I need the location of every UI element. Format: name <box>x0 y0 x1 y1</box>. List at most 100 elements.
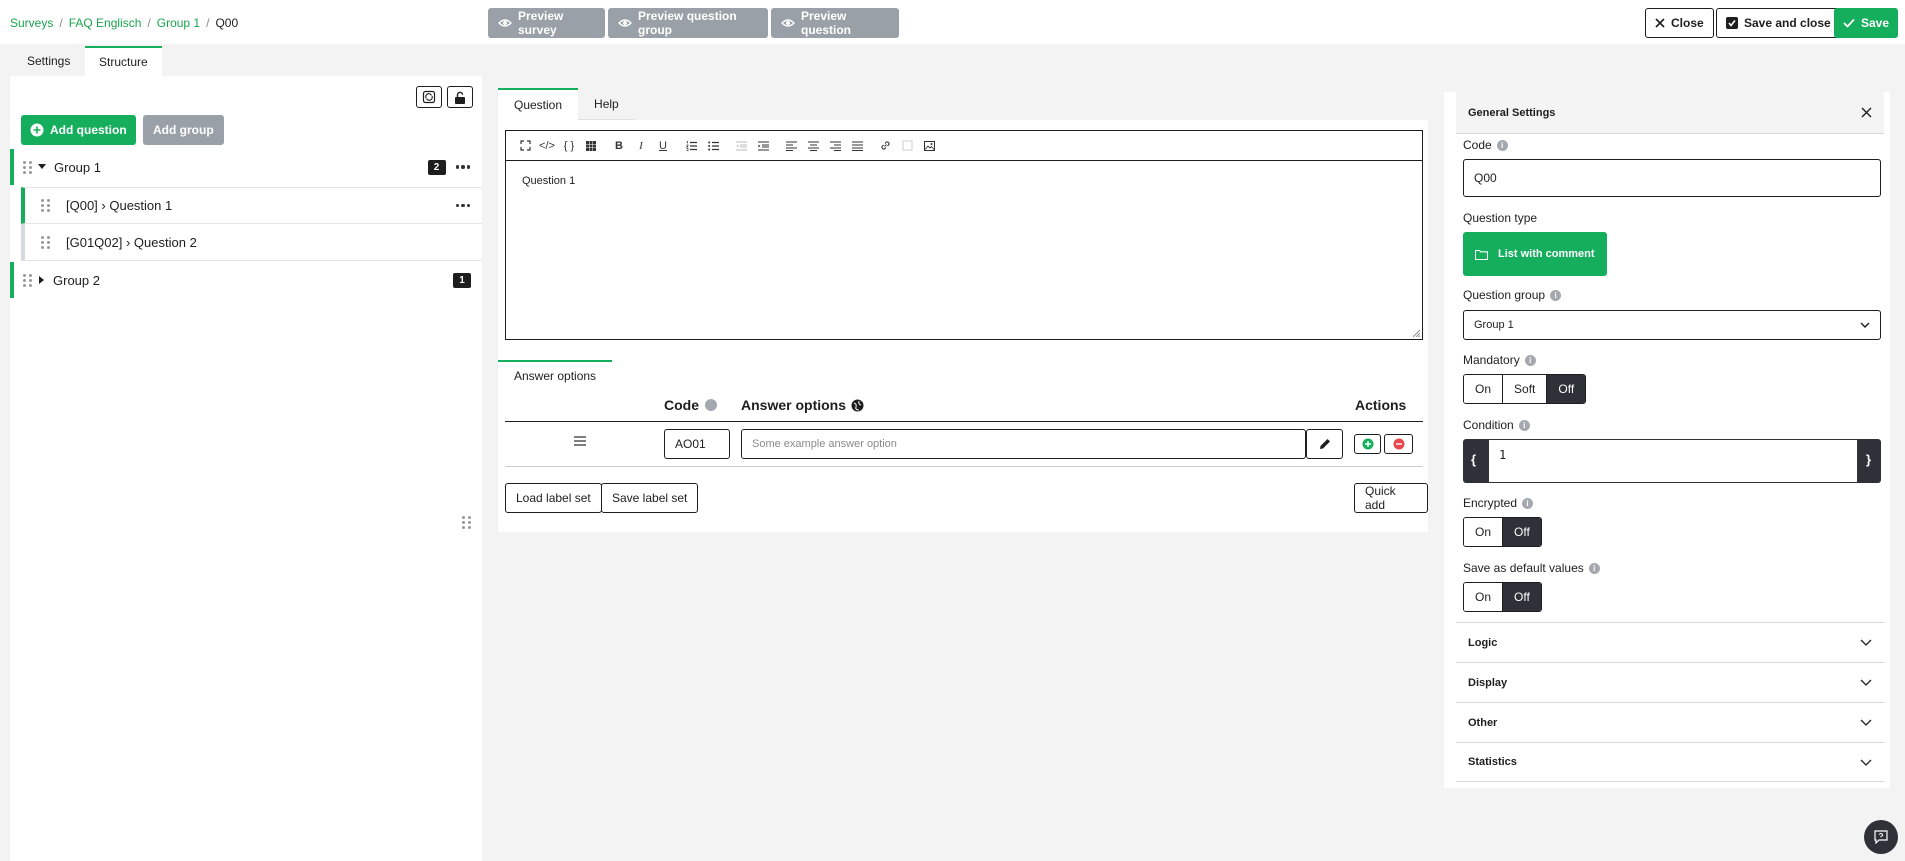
info-icon[interactable] <box>705 399 717 411</box>
bold-icon[interactable]: B <box>608 140 630 152</box>
drag-handle-icon[interactable] <box>23 273 32 287</box>
tab-structure[interactable]: Structure <box>85 46 162 76</box>
grid-icon[interactable] <box>580 140 602 151</box>
caret-right-icon[interactable] <box>39 276 45 284</box>
add-answer-button[interactable] <box>1354 434 1381 454</box>
delete-answer-button[interactable] <box>1384 434 1413 454</box>
drag-handle-icon[interactable] <box>23 160 32 174</box>
preview-group-button[interactable]: Preview question group <box>608 8 768 38</box>
source-code-icon[interactable]: </> <box>536 140 558 152</box>
minus-circle-icon <box>1393 438 1405 450</box>
mandatory-soft[interactable]: Soft <box>1503 375 1548 403</box>
section-display[interactable]: Display <box>1456 662 1884 702</box>
tab-settings[interactable]: Settings <box>13 46 84 76</box>
tab-help[interactable]: Help <box>578 88 635 120</box>
panel-resize-handle-icon[interactable] <box>462 516 471 529</box>
link-icon[interactable] <box>874 140 896 151</box>
image-icon[interactable] <box>918 140 940 151</box>
info-icon[interactable]: i <box>1522 497 1534 509</box>
mandatory-off[interactable]: Off <box>1547 375 1586 403</box>
question-type-button[interactable]: List with comment <box>1463 232 1607 276</box>
condition-input[interactable]: 1 <box>1489 440 1857 482</box>
rich-text-editor[interactable]: </> { } B I U Question 1 <box>505 130 1423 340</box>
close-icon[interactable] <box>1861 107 1872 118</box>
answer-options-tab-label: Answer options <box>514 369 597 383</box>
section-logic[interactable]: Logic <box>1456 622 1884 662</box>
edit-answer-button[interactable] <box>1306 429 1343 459</box>
question-code-input[interactable]: Q00 <box>1463 159 1881 197</box>
eye-icon <box>781 16 795 30</box>
answer-code-input[interactable]: AO01 <box>664 429 730 459</box>
save-label-set-button[interactable]: Save label set <box>601 483 699 513</box>
more-options-icon[interactable] <box>455 165 470 169</box>
mandatory-on[interactable]: On <box>1464 375 1504 403</box>
ordered-list-icon[interactable] <box>680 140 702 151</box>
editor-content[interactable]: Question 1 <box>506 161 1422 201</box>
resize-grip-icon[interactable] <box>1413 330 1420 337</box>
expression-icon[interactable]: { } <box>558 140 580 152</box>
align-right-icon[interactable] <box>824 140 846 151</box>
default-values-toggle[interactable]: On Off <box>1463 582 1542 612</box>
save-button[interactable]: Save <box>1834 8 1899 38</box>
indent-icon[interactable] <box>752 141 774 151</box>
underline-icon[interactable]: U <box>652 140 674 152</box>
more-options-icon[interactable] <box>455 203 470 208</box>
mandatory-toggle[interactable]: On Soft Off <box>1463 374 1587 404</box>
drag-handle-icon[interactable] <box>41 199 50 212</box>
drag-handle-icon[interactable] <box>41 235 50 249</box>
default-values-on[interactable]: On <box>1464 583 1504 611</box>
tab-structure-label: Structure <box>99 55 148 69</box>
sync-toggle-button[interactable] <box>416 86 442 108</box>
preview-group-label: Preview question group <box>638 9 737 37</box>
question-count-badge: 1 <box>453 272 471 288</box>
section-statistics[interactable]: Statistics <box>1456 742 1884 782</box>
fullscreen-icon[interactable] <box>514 140 536 151</box>
breadcrumb-surveys[interactable]: Surveys <box>10 16 53 30</box>
caret-down-icon[interactable] <box>38 164 46 170</box>
chevron-down-icon <box>1860 322 1870 328</box>
code-label: Code i <box>1463 138 1508 152</box>
info-icon[interactable]: i <box>1518 419 1530 431</box>
preview-survey-button[interactable]: Preview survey <box>488 8 605 38</box>
breadcrumb-survey[interactable]: FAQ Englisch <box>69 16 142 30</box>
globe-icon[interactable] <box>851 399 864 412</box>
default-values-off[interactable]: Off <box>1503 583 1541 611</box>
tab-answer-options[interactable]: Answer options <box>498 360 613 390</box>
align-left-icon[interactable] <box>780 140 802 151</box>
bullet-list-icon[interactable] <box>702 141 724 151</box>
encrypted-toggle[interactable]: On Off <box>1463 517 1542 547</box>
close-button[interactable]: Close <box>1645 8 1714 38</box>
question-item[interactable]: [Q00] › Question 1 <box>21 187 482 224</box>
question-title: [Q00] › Question 1 <box>66 198 173 213</box>
section-other[interactable]: Other <box>1456 702 1884 742</box>
group-item[interactable]: Group 1 2 <box>10 149 482 185</box>
breadcrumb-group[interactable]: Group 1 <box>157 16 200 30</box>
info-icon[interactable]: i <box>1588 562 1600 574</box>
info-icon[interactable]: i <box>1524 354 1536 366</box>
align-justify-icon[interactable] <box>846 140 868 151</box>
sort-handle-icon[interactable] <box>574 436 586 446</box>
preview-question-button[interactable]: Preview question <box>771 8 899 38</box>
add-group-button[interactable]: Add group <box>143 115 224 145</box>
chat-icon <box>1874 830 1888 844</box>
encrypted-on[interactable]: On <box>1464 518 1504 546</box>
align-center-icon[interactable] <box>802 140 824 151</box>
encrypted-off[interactable]: Off <box>1503 518 1541 546</box>
outdent-icon[interactable] <box>730 141 752 151</box>
answer-option-input[interactable]: Some example answer option <box>741 429 1306 459</box>
unlink-icon[interactable] <box>896 140 918 151</box>
add-question-button[interactable]: Add question <box>21 115 136 145</box>
question-item[interactable]: [G01Q02] › Question 2 <box>21 224 482 261</box>
quick-add-button[interactable]: Quick add <box>1354 483 1428 513</box>
question-group-select[interactable]: Group 1 <box>1463 310 1881 340</box>
italic-icon[interactable]: I <box>630 140 652 152</box>
info-icon[interactable]: i <box>1496 139 1508 151</box>
lock-button[interactable] <box>447 86 473 108</box>
group-item[interactable]: Group 2 1 <box>10 262 482 298</box>
tab-question[interactable]: Question <box>498 88 579 120</box>
feedback-button[interactable] <box>1864 820 1898 854</box>
breadcrumb: Surveys / FAQ Englisch / Group 1/ Q00 <box>10 16 239 30</box>
info-icon[interactable]: i <box>1550 289 1562 301</box>
load-label-set-button[interactable]: Load label set <box>505 483 602 513</box>
save-and-close-button[interactable]: Save and close <box>1716 8 1841 38</box>
